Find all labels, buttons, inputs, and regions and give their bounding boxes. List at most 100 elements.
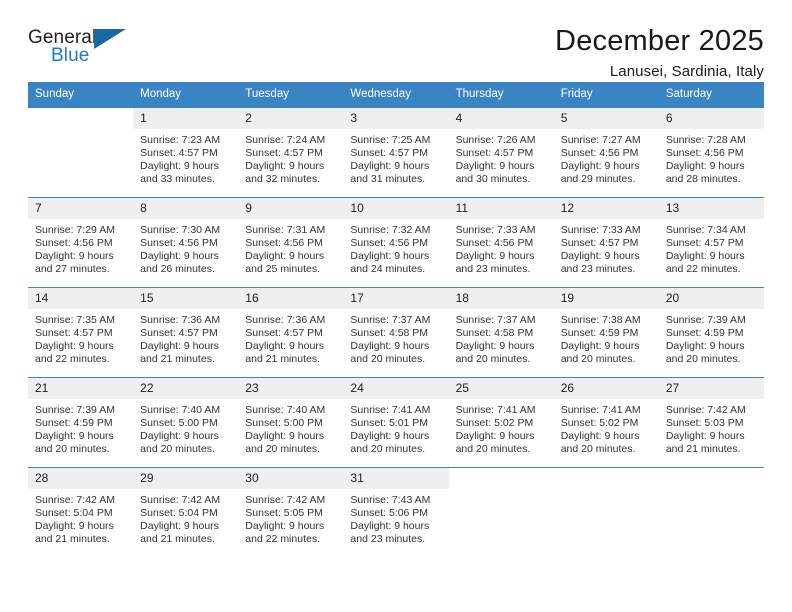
sunset-text: Sunset: 5:03 PM (665, 416, 744, 429)
daylight-text-line1: Daylight: 9 hours (560, 250, 640, 263)
day-sun-info: Sunrise: 7:27 AM Sunset: 4:56 PM Daylight:… (554, 129, 659, 187)
day-sun-info: Sunrise: 7:42 AM Sunset: 5:05 PM Daylight:… (238, 489, 343, 547)
daylight-text-line1: Daylight: 9 hours (350, 430, 430, 443)
sunset-text: Sunset: 4:57 PM (35, 326, 113, 339)
weekday-header-monday: Monday (140, 88, 182, 100)
day-number: 18 (448, 287, 554, 309)
sunrise-text: Sunrise: 7:41 AM (350, 403, 431, 416)
daylight-text-line2: and 20 minutes. (245, 443, 320, 456)
sunrise-text: Sunrise: 7:41 AM (560, 403, 641, 416)
calendar-grid: Sunday Monday Tuesday Wednesday Thursday Frid… (28, 82, 764, 557)
day-cell-21[interactable]: 21 Sunrise: 7:39 AM Sunset: 4:59 PM Dayligh… (28, 377, 134, 467)
day-number: 31 (343, 467, 449, 489)
daylight-text-line1: Daylight: 9 hours (350, 340, 430, 353)
day-sun-info: Sunrise: 7:38 AM Sunset: 4:59 PM Daylight:… (554, 309, 659, 367)
day-cell-23[interactable]: 23 Sunrise: 7:40 AM Sunset: 5:00 PM Dayligh… (238, 377, 344, 467)
sunset-text: Sunset: 5:00 PM (245, 416, 323, 429)
day-cell-27[interactable]: 27 Sunrise: 7:42 AM Sunset: 5:03 PM Dayligh… (658, 377, 764, 467)
day-cell-4[interactable]: 4 Sunrise: 7:26 AM Sunset: 4:57 PM Daylight… (448, 107, 554, 197)
day-cell-25[interactable]: 25 Sunrise: 7:41 AM Sunset: 5:02 PM Dayligh… (448, 377, 554, 467)
sunrise-text: Sunrise: 7:37 AM (455, 313, 536, 326)
day-cell-3[interactable]: 3 Sunrise: 7:25 AM Sunset: 4:57 PM Daylight… (343, 107, 449, 197)
daylight-text-line2: and 30 minutes. (455, 173, 531, 186)
day-cell-30[interactable]: 30 Sunrise: 7:42 AM Sunset: 5:05 PM Dayligh… (238, 467, 344, 557)
day-number: 14 (28, 287, 134, 309)
day-cell-29[interactable]: 29 Sunrise: 7:42 AM Sunset: 5:04 PM Dayligh… (133, 467, 239, 557)
day-cell-12[interactable]: 12 Sunrise: 7:33 AM Sunset: 4:57 PM Dayligh… (553, 197, 659, 287)
calendar-week-row: 1 Sunrise: 7:23 AM Sunset: 4:57 PM Daylight… (28, 107, 764, 197)
daylight-text-line2: and 33 minutes. (140, 173, 215, 186)
daylight-text-line1: Daylight: 9 hours (560, 430, 640, 443)
day-cell-13[interactable]: 13 Sunrise: 7:34 AM Sunset: 4:57 PM Dayligh… (658, 197, 764, 287)
day-cell-1[interactable]: 1 Sunrise: 7:23 AM Sunset: 4:57 PM Daylight… (133, 107, 239, 197)
day-number: 13 (658, 197, 764, 219)
day-sun-info: Sunrise: 7:31 AM Sunset: 4:56 PM Daylight:… (238, 219, 343, 277)
daylight-text-line2: and 20 minutes. (35, 443, 110, 456)
day-cell-8[interactable]: 8 Sunrise: 7:30 AM Sunset: 4:56 PM Daylight… (133, 197, 239, 287)
daylight-text-line2: and 23 minutes. (455, 263, 531, 276)
daylight-text-line2: and 31 minutes. (350, 173, 426, 186)
sunset-text: Sunset: 4:57 PM (245, 146, 323, 159)
day-sun-info: Sunrise: 7:40 AM Sunset: 5:00 PM Daylight:… (238, 399, 343, 457)
daylight-text-line2: and 21 minutes. (665, 443, 741, 456)
sunset-text: Sunset: 5:02 PM (560, 416, 639, 429)
sunrise-text: Sunrise: 7:23 AM (140, 133, 221, 146)
day-number: 25 (448, 377, 554, 399)
day-cell-2[interactable]: 2 Sunrise: 7:24 AM Sunset: 4:57 PM Daylight… (238, 107, 344, 197)
day-cell-14[interactable]: 14 Sunrise: 7:35 AM Sunset: 4:57 PM Dayligh… (28, 287, 134, 377)
day-cell-26[interactable]: 26 Sunrise: 7:41 AM Sunset: 5:02 PM Dayligh… (553, 377, 659, 467)
weekday-header-thursday: Thursday (455, 88, 504, 100)
day-sun-info: Sunrise: 7:42 AM Sunset: 5:04 PM Daylight:… (28, 489, 133, 547)
daylight-text-line1: Daylight: 9 hours (140, 160, 219, 173)
daylight-text-line2: and 27 minutes. (35, 263, 110, 276)
daylight-text-line1: Daylight: 9 hours (245, 250, 325, 263)
day-cell-28[interactable]: 28 Sunrise: 7:42 AM Sunset: 5:04 PM Dayligh… (28, 467, 134, 557)
day-sun-info: Sunrise: 7:39 AM Sunset: 4:59 PM Daylight:… (28, 399, 133, 457)
daylight-text-line1: Daylight: 9 hours (455, 250, 535, 263)
day-cell-24[interactable]: 24 Sunrise: 7:41 AM Sunset: 5:01 PM Dayligh… (343, 377, 449, 467)
day-number (658, 467, 764, 489)
daylight-text-line2: and 26 minutes. (140, 263, 215, 276)
weekday-header-saturday: Saturday (665, 88, 712, 100)
day-number: 17 (343, 287, 449, 309)
day-cell-18[interactable]: 18 Sunrise: 7:37 AM Sunset: 4:58 PM Dayligh… (448, 287, 554, 377)
day-cell-19[interactable]: 19 Sunrise: 7:38 AM Sunset: 4:59 PM Dayligh… (553, 287, 659, 377)
day-number: 2 (238, 107, 344, 129)
sunset-text: Sunset: 4:57 PM (665, 236, 744, 249)
daylight-text-line2: and 24 minutes. (350, 263, 426, 276)
day-cell-7[interactable]: 7 Sunrise: 7:29 AM Sunset: 4:56 PM Daylight… (28, 197, 134, 287)
day-number: 11 (448, 197, 554, 219)
daylight-text-line1: Daylight: 9 hours (665, 250, 745, 263)
day-cell-6[interactable]: 6 Sunrise: 7:28 AM Sunset: 4:56 PM Daylight… (658, 107, 764, 197)
weekday-header-row: Sunday Monday Tuesday Wednesday Thursday Frid… (28, 82, 764, 108)
day-cell-16[interactable]: 16 Sunrise: 7:36 AM Sunset: 4:57 PM Dayligh… (238, 287, 344, 377)
day-cell-20[interactable]: 20 Sunrise: 7:39 AM Sunset: 4:59 PM Dayligh… (658, 287, 764, 377)
day-sun-info: Sunrise: 7:42 AM Sunset: 5:03 PM Daylight:… (659, 399, 764, 457)
day-sun-info: Sunrise: 7:28 AM Sunset: 4:56 PM Daylight:… (659, 129, 764, 187)
daylight-text-line2: and 20 minutes. (560, 443, 636, 456)
sunset-text: Sunset: 4:59 PM (35, 416, 113, 429)
daylight-text-line1: Daylight: 9 hours (665, 160, 745, 173)
sunset-text: Sunset: 4:56 PM (560, 146, 639, 159)
day-cell-17[interactable]: 17 Sunrise: 7:37 AM Sunset: 4:58 PM Dayligh… (343, 287, 449, 377)
day-sun-info: Sunrise: 7:30 AM Sunset: 4:56 PM Daylight:… (133, 219, 238, 277)
sunset-text: Sunset: 4:56 PM (455, 236, 534, 249)
sunset-text: Sunset: 4:57 PM (455, 146, 534, 159)
calendar-week-row: 21 Sunrise: 7:39 AM Sunset: 4:59 PM Dayligh… (28, 376, 764, 467)
sunset-text: Sunset: 4:57 PM (140, 146, 218, 159)
sunrise-text: Sunrise: 7:24 AM (245, 133, 326, 146)
daylight-text-line1: Daylight: 9 hours (350, 250, 430, 263)
general-blue-logo[interactable]: General Blue (28, 26, 140, 74)
daylight-text-line1: Daylight: 9 hours (140, 520, 219, 533)
day-cell-22[interactable]: 22 Sunrise: 7:40 AM Sunset: 5:00 PM Dayligh… (133, 377, 239, 467)
day-number: 15 (133, 287, 239, 309)
day-cell-15[interactable]: 15 Sunrise: 7:36 AM Sunset: 4:57 PM Dayligh… (133, 287, 239, 377)
day-cell-empty (553, 467, 659, 557)
logo-word-blue: Blue (51, 45, 90, 66)
day-cell-31[interactable]: 31 Sunrise: 7:43 AM Sunset: 5:06 PM Dayligh… (343, 467, 449, 557)
daylight-text-line2: and 22 minutes. (35, 353, 110, 366)
day-cell-10[interactable]: 10 Sunrise: 7:32 AM Sunset: 4:56 PM Dayligh… (343, 197, 449, 287)
day-cell-5[interactable]: 5 Sunrise: 7:27 AM Sunset: 4:56 PM Daylight… (553, 107, 659, 197)
day-cell-11[interactable]: 11 Sunrise: 7:33 AM Sunset: 4:56 PM Dayligh… (448, 197, 554, 287)
day-cell-9[interactable]: 9 Sunrise: 7:31 AM Sunset: 4:56 PM Daylight… (238, 197, 344, 287)
